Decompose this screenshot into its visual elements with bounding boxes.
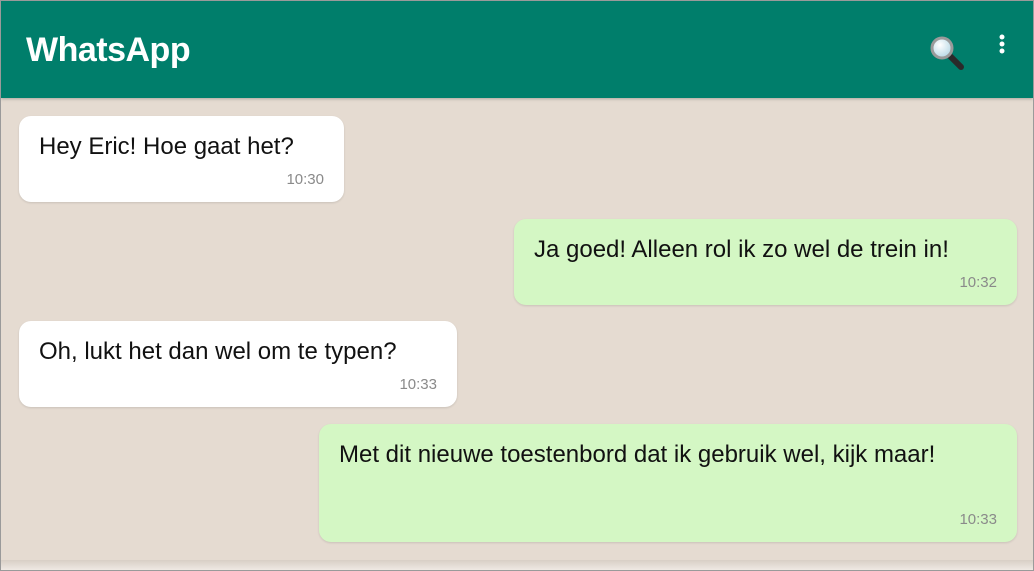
message-text: Met dit nieuwe toestenbord dat ik gebrui… bbox=[339, 441, 936, 468]
message-bubble-outgoing: Ja goed! Alleen rol ik zo wel de trein i… bbox=[514, 219, 1017, 305]
chat-area: Hey Eric! Hoe gaat het? 10:30 Ja goed! A… bbox=[1, 98, 1033, 560]
message-bubble-incoming: Oh, lukt het dan wel om te typen? 10:33 bbox=[19, 321, 457, 407]
message-text: Ja goed! Alleen rol ik zo wel de trein i… bbox=[534, 236, 949, 263]
app-title: WhatsApp bbox=[26, 31, 191, 69]
message-bubble-incoming: Hey Eric! Hoe gaat het? 10:30 bbox=[19, 116, 344, 202]
message-text: Hey Eric! Hoe gaat het? bbox=[39, 133, 294, 160]
message-time: 10:33 bbox=[959, 511, 997, 528]
more-vertical-icon bbox=[999, 34, 1005, 54]
app-window: WhatsApp Hey Eric! Hoe gaat het? 10:30 J… bbox=[0, 0, 1034, 571]
app-header: WhatsApp bbox=[1, 1, 1033, 98]
message-text: Oh, lukt het dan wel om te typen? bbox=[39, 338, 397, 365]
more-options-button[interactable] bbox=[991, 31, 1013, 61]
bottom-edge bbox=[1, 560, 1033, 570]
message-time: 10:33 bbox=[399, 376, 437, 393]
message-bubble-outgoing: Met dit nieuwe toestenbord dat ik gebrui… bbox=[319, 424, 1017, 542]
search-button[interactable] bbox=[927, 33, 967, 73]
message-time: 10:30 bbox=[286, 171, 324, 188]
search-icon bbox=[930, 36, 964, 70]
message-time: 10:32 bbox=[959, 274, 997, 291]
